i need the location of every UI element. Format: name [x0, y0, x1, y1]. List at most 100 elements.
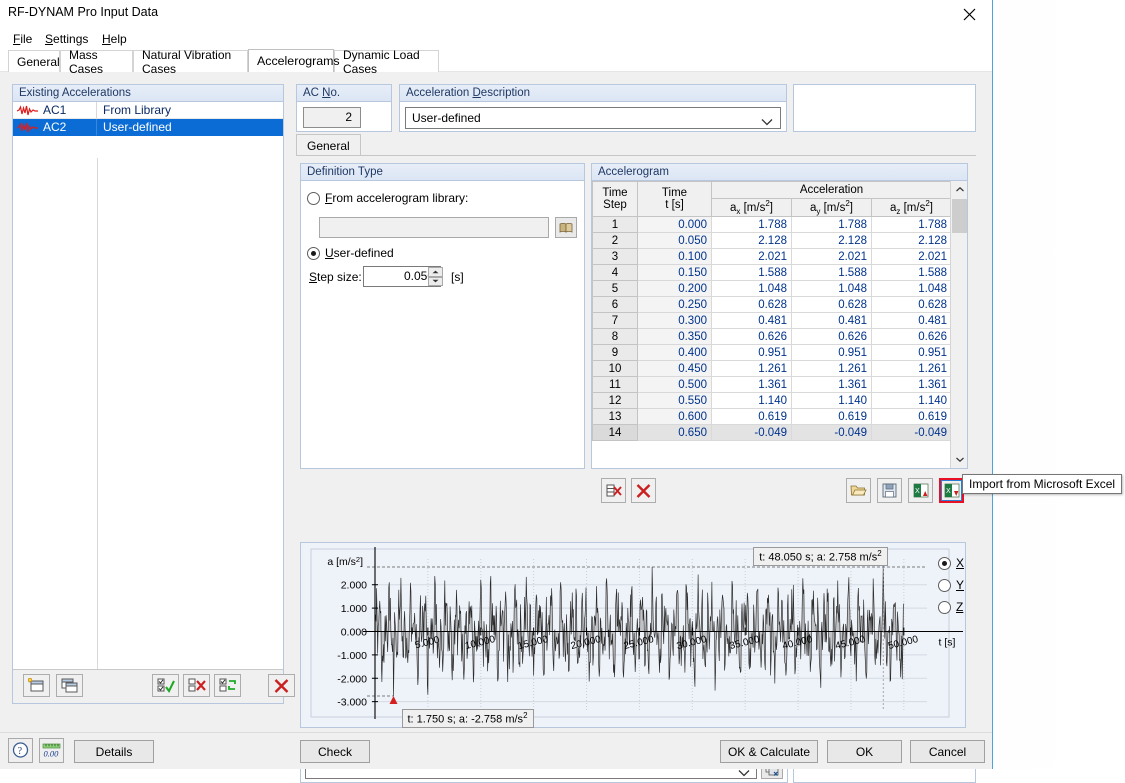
cell-ay[interactable]: -0.049: [792, 425, 872, 441]
cell-ay[interactable]: 0.626: [792, 329, 872, 345]
cell-time[interactable]: 0.400: [638, 345, 712, 361]
cell-az[interactable]: 1.261: [872, 361, 952, 377]
cell-time-step[interactable]: 5: [593, 281, 638, 297]
cell-az[interactable]: 0.481: [872, 313, 952, 329]
cell-time-step[interactable]: 1: [593, 217, 638, 233]
cell-time[interactable]: 0.650: [638, 425, 712, 441]
export-to-excel-button[interactable]: X: [908, 478, 933, 503]
cell-ay[interactable]: 1.140: [792, 393, 872, 409]
cell-az[interactable]: 1.048: [872, 281, 952, 297]
new-acceleration-button[interactable]: [23, 674, 50, 697]
close-icon[interactable]: [946, 0, 992, 29]
cell-az[interactable]: 1.361: [872, 377, 952, 393]
list-item-ac1[interactable]: AC1 From Library: [13, 102, 283, 119]
menu-file[interactable]: File: [6, 31, 39, 48]
table-scrollbar[interactable]: [950, 181, 967, 468]
cell-time-step[interactable]: 9: [593, 345, 638, 361]
cell-ax[interactable]: 1.788: [712, 217, 792, 233]
cell-time-step[interactable]: 14: [593, 425, 638, 441]
cell-ax[interactable]: 0.481: [712, 313, 792, 329]
cell-ay[interactable]: 0.628: [792, 297, 872, 313]
tab-natural-vibration-cases[interactable]: Natural Vibration Cases: [133, 50, 248, 72]
menu-settings[interactable]: Settings: [38, 31, 95, 48]
tab-accelerograms[interactable]: Accelerograms: [248, 49, 334, 72]
cell-ax[interactable]: 0.951: [712, 345, 792, 361]
cell-time[interactable]: 0.500: [638, 377, 712, 393]
scroll-up-icon[interactable]: [951, 181, 967, 198]
cell-time-step[interactable]: 13: [593, 409, 638, 425]
cell-time-step[interactable]: 8: [593, 329, 638, 345]
cell-time-step[interactable]: 7: [593, 313, 638, 329]
cell-ay[interactable]: 0.619: [792, 409, 872, 425]
cell-az[interactable]: 1.140: [872, 393, 952, 409]
axis-radio-x[interactable]: X: [938, 556, 964, 570]
cell-ax[interactable]: 1.140: [712, 393, 792, 409]
cell-time-step[interactable]: 2: [593, 233, 638, 249]
check-button[interactable]: Check: [300, 740, 370, 763]
table-row[interactable]: 80.3500.6260.6260.626: [593, 329, 952, 345]
cell-ax[interactable]: 1.048: [712, 281, 792, 297]
table-row[interactable]: 120.5501.1401.1401.140: [593, 393, 952, 409]
cell-ax[interactable]: 1.261: [712, 361, 792, 377]
cell-ax[interactable]: 0.626: [712, 329, 792, 345]
help-button[interactable]: ?: [8, 738, 33, 763]
cell-ay[interactable]: 0.481: [792, 313, 872, 329]
cell-ay[interactable]: 0.951: [792, 345, 872, 361]
cell-time-step[interactable]: 10: [593, 361, 638, 377]
open-file-button[interactable]: [846, 478, 871, 503]
cell-ax[interactable]: 0.628: [712, 297, 792, 313]
axis-radio-y[interactable]: Y: [938, 578, 964, 592]
scrollbar-thumb[interactable]: [952, 199, 967, 233]
tab-mass-cases[interactable]: Mass Cases: [60, 50, 133, 72]
radio-from-library[interactable]: From accelerogram library:: [307, 191, 468, 205]
cell-ax[interactable]: 0.619: [712, 409, 792, 425]
cell-az[interactable]: 1.588: [872, 265, 952, 281]
table-row[interactable]: 70.3000.4810.4810.481: [593, 313, 952, 329]
table-row[interactable]: 90.4000.9510.9510.951: [593, 345, 952, 361]
inner-tab-general[interactable]: General: [296, 134, 361, 156]
cell-ax[interactable]: 2.128: [712, 233, 792, 249]
delete-all-button[interactable]: [631, 478, 656, 503]
units-button[interactable]: 0.00: [39, 738, 64, 763]
cell-ax[interactable]: 1.588: [712, 265, 792, 281]
acceleration-description-combobox[interactable]: User-defined: [405, 107, 781, 129]
tab-general[interactable]: General: [8, 50, 60, 72]
cell-az[interactable]: 2.128: [872, 233, 952, 249]
stepper-down-icon[interactable]: [428, 277, 443, 287]
radio-user-defined[interactable]: User-defined: [307, 246, 394, 260]
cell-time[interactable]: 0.600: [638, 409, 712, 425]
library-path-input[interactable]: [319, 217, 549, 238]
table-row[interactable]: 50.2001.0481.0481.048: [593, 281, 952, 297]
cell-ay[interactable]: 1.588: [792, 265, 872, 281]
cell-ay[interactable]: 1.361: [792, 377, 872, 393]
table-row[interactable]: 130.6000.6190.6190.619: [593, 409, 952, 425]
list-item-ac2[interactable]: AC2 User-defined: [13, 119, 283, 136]
cell-time-step[interactable]: 3: [593, 249, 638, 265]
cell-time-step[interactable]: 12: [593, 393, 638, 409]
cell-time[interactable]: 0.150: [638, 265, 712, 281]
cell-az[interactable]: 0.619: [872, 409, 952, 425]
acceleration-list[interactable]: AC1 From Library AC2: [13, 102, 283, 703]
copy-acceleration-button[interactable]: [56, 674, 83, 697]
cell-time[interactable]: 0.050: [638, 233, 712, 249]
table-row[interactable]: 30.1002.0212.0212.021: [593, 249, 952, 265]
cell-time[interactable]: 0.300: [638, 313, 712, 329]
menu-help[interactable]: Help: [95, 31, 134, 48]
cell-time[interactable]: 0.100: [638, 249, 712, 265]
cell-ay[interactable]: 1.788: [792, 217, 872, 233]
table-row[interactable]: 60.2500.6280.6280.628: [593, 297, 952, 313]
cell-time-step[interactable]: 4: [593, 265, 638, 281]
cell-time[interactable]: 0.250: [638, 297, 712, 313]
invert-selection-button[interactable]: [214, 674, 241, 697]
cell-az[interactable]: 1.788: [872, 217, 952, 233]
tab-dynamic-load-cases[interactable]: Dynamic Load Cases: [334, 50, 439, 72]
delete-acceleration-button[interactable]: [268, 674, 295, 697]
cell-time[interactable]: 0.200: [638, 281, 712, 297]
accelerogram-chart[interactable]: 2.0001.0000.000-1.000-2.000-3.000a [m/s2…: [300, 542, 966, 728]
table-row[interactable]: 20.0502.1282.1282.128: [593, 233, 952, 249]
cell-az[interactable]: -0.049: [872, 425, 952, 441]
library-browse-button[interactable]: [555, 217, 577, 238]
step-size-stepper[interactable]: [428, 267, 443, 286]
table-row[interactable]: 10.0001.7881.7881.788: [593, 217, 952, 233]
cell-ay[interactable]: 2.021: [792, 249, 872, 265]
